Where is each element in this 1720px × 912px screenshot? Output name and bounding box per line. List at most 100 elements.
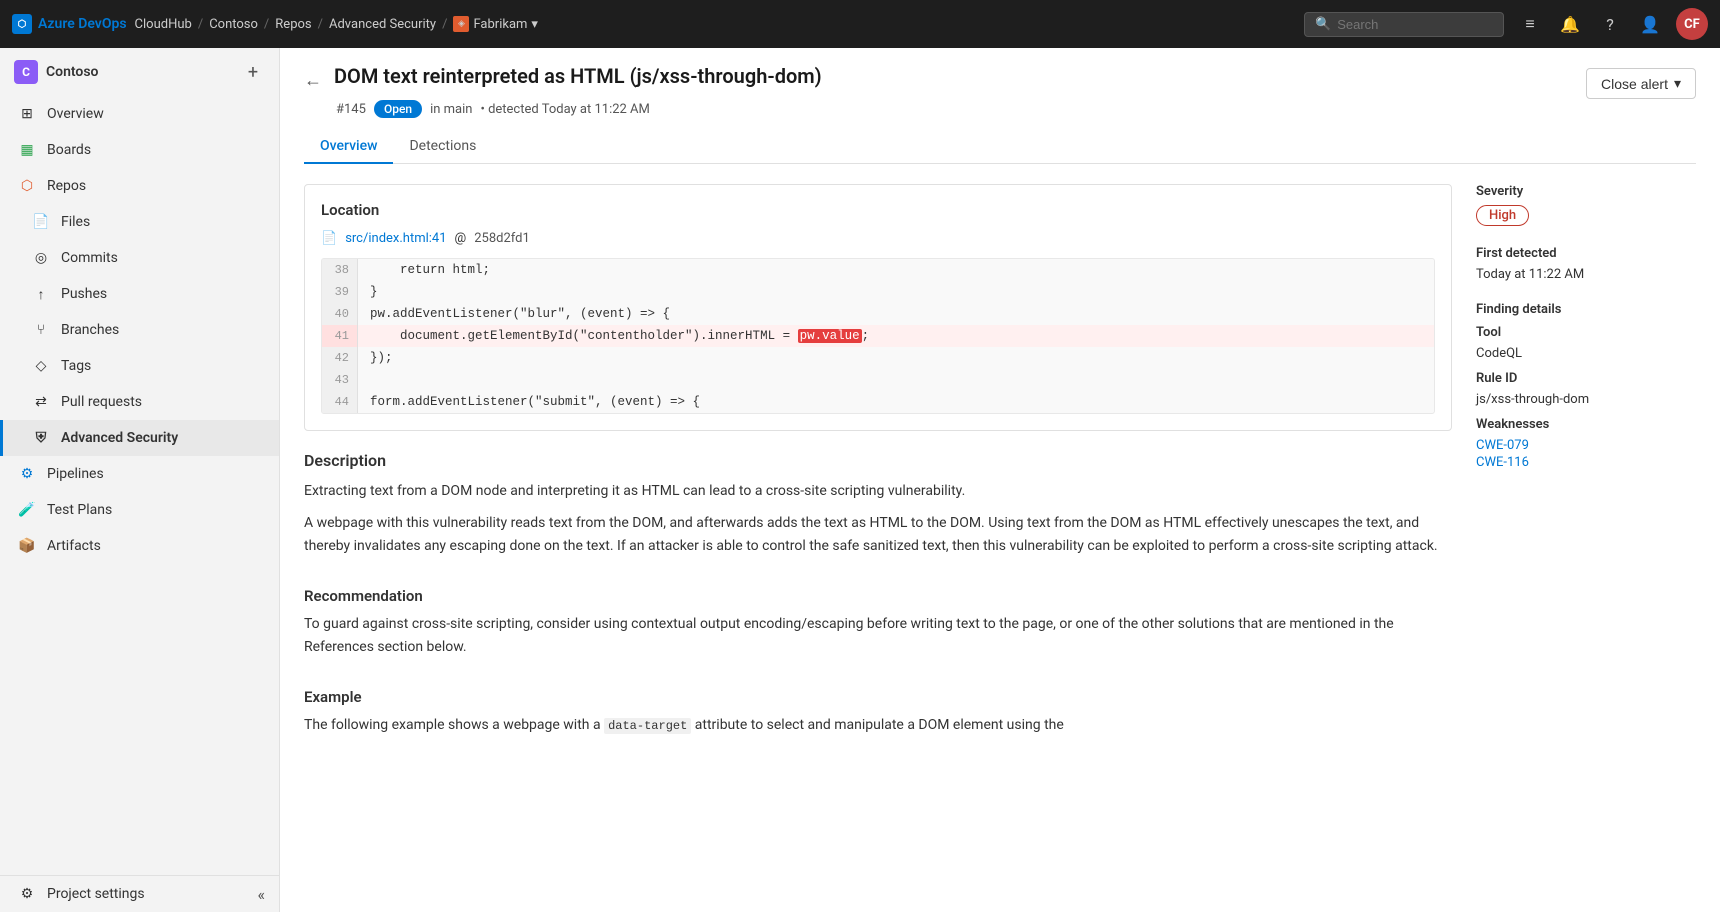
user-icon[interactable]: 👤 [1636,10,1664,38]
main-column: Location 📄 src/index.html:41 @ 258d2fd1 … [304,184,1452,892]
content-header: ← DOM text reinterpreted as HTML (js/xss… [280,48,1720,164]
sidebar-label-pushes: Pushes [61,286,107,302]
sidebar-item-boards[interactable]: ▦ Boards [0,132,279,168]
description-para-2: A webpage with this vulnerability reads … [304,512,1452,557]
description-body: Extracting text from a DOM node and inte… [304,480,1452,557]
sidebar-item-commits[interactable]: ◎ Commits [0,240,279,276]
sidebar-item-repos[interactable]: ⬡ Repos [0,168,279,204]
at-symbol: @ [455,231,467,246]
sidebar-label-artifacts: Artifacts [47,538,101,554]
list-icon[interactable]: ≡ [1516,10,1544,38]
alert-meta: #145 Open in main • detected Today at 11… [304,100,1574,118]
test-plans-icon: 🧪 [17,500,37,520]
sidebar-label-overview: Overview [47,106,104,122]
cwe-079-link[interactable]: CWE-079 [1476,438,1696,453]
sidebar-item-pipelines[interactable]: ⚙ Pipelines [0,456,279,492]
tabs: Overview Detections [304,130,1696,164]
sidebar-org: C Contoso [14,60,98,84]
org-avatar: C [14,60,38,84]
file-path-row: 📄 src/index.html:41 @ 258d2fd1 [321,231,1435,246]
code-line-40: 40 pw.addEventListener("blur", (event) =… [322,303,1434,325]
search-input[interactable] [1337,17,1487,32]
sidebar-item-files[interactable]: 📄 Files [0,204,279,240]
repo-icon: ◈ [453,16,469,32]
sidebar-item-overview[interactable]: ⊞ Overview [0,96,279,132]
tool-value: CodeQL [1476,346,1696,361]
pipelines-icon: ⚙ [17,464,37,484]
status-badge: Open [374,100,422,118]
overview-icon: ⊞ [17,104,37,124]
sidebar-label-repos: Repos [47,178,86,194]
tab-overview[interactable]: Overview [304,130,393,164]
sidebar-label-branches: Branches [61,322,119,338]
avatar[interactable]: CF [1676,8,1708,40]
breadcrumb: CloudHub / Contoso / Repos / Advanced Se… [135,16,538,32]
example-body: The following example shows a webpage wi… [304,714,1452,736]
code-line-43: 43 [322,369,1434,391]
collapse-icon: « [257,885,265,904]
weaknesses-label: Weaknesses [1476,417,1696,432]
side-panel: Severity High First detected Today at 11… [1476,184,1696,892]
sidebar-label-pipelines: Pipelines [47,466,104,482]
finding-details-section: Finding details Tool CodeQL Rule ID js/x… [1476,302,1696,470]
location-card: Location 📄 src/index.html:41 @ 258d2fd1 … [304,184,1452,431]
artifacts-icon: 📦 [17,536,37,556]
alert-detected: • detected Today at 11:22 AM [480,102,649,117]
file-link[interactable]: src/index.html:41 [345,231,446,246]
alert-title: DOM text reinterpreted as HTML (js/xss-t… [334,64,822,88]
sidebar-item-advanced-security[interactable]: ⛨ Advanced Security [0,420,279,456]
logo-icon: ⬡ [12,14,32,34]
commits-icon: ◎ [31,248,51,268]
commit-hash: 258d2fd1 [474,231,530,246]
file-icon: 📄 [321,231,337,246]
back-button[interactable]: ← [304,70,322,91]
breadcrumb-repo[interactable]: ◈ Fabrikam ▾ [453,16,538,32]
code-line-39: 39 } [322,281,1434,303]
description-para-1: Extracting text from a DOM node and inte… [304,480,1452,502]
data-target-code: data-target [604,718,691,734]
breadcrumb-project[interactable]: Contoso [209,17,258,32]
search-box[interactable]: 🔍 [1304,12,1504,37]
sidebar-header: C Contoso + [0,48,279,96]
description-section: Description Extracting text from a DOM n… [304,451,1452,567]
pull-requests-icon: ⇄ [31,392,51,412]
tool-label: Tool [1476,325,1696,340]
sidebar-item-artifacts[interactable]: 📦 Artifacts [0,528,279,564]
back-row: ← DOM text reinterpreted as HTML (js/xss… [304,64,1696,118]
search-icon: 🔍 [1315,17,1331,32]
breadcrumb-subsection[interactable]: Advanced Security [329,17,436,32]
sidebar-item-pull-requests[interactable]: ⇄ Pull requests [0,384,279,420]
first-detected-section: First detected Today at 11:22 AM [1476,246,1696,282]
pushes-icon: ↑ [31,284,51,304]
rule-id-value: js/xss-through-dom [1476,392,1696,407]
close-alert-button[interactable]: Close alert ▾ [1586,68,1696,99]
tab-detections[interactable]: Detections [393,130,492,164]
sidebar-label-commits: Commits [61,250,118,266]
code-line-44: 44 form.addEventListener("submit", (even… [322,391,1434,413]
sidebar-item-pushes[interactable]: ↑ Pushes [0,276,279,312]
app-name: Azure DevOps [38,16,127,32]
sidebar-item-test-plans[interactable]: 🧪 Test Plans [0,492,279,528]
breadcrumb-section[interactable]: Repos [275,17,311,32]
add-button[interactable]: + [241,60,265,84]
sidebar-item-project-settings[interactable]: ⚙ Project settings « [0,876,279,912]
sidebar-label-tags: Tags [61,358,91,374]
code-block: 38 return html; 39 } 40 pw.addEventListe… [321,258,1435,414]
finding-details-label: Finding details [1476,302,1696,317]
close-alert-chevron: ▾ [1674,75,1681,92]
repos-icon: ⬡ [17,176,37,196]
main-layout: C Contoso + ⊞ Overview ▦ Boards ⬡ Repos … [0,48,1720,912]
notifications-icon[interactable]: 🔔 [1556,10,1584,38]
first-detected-label: First detected [1476,246,1696,261]
sidebar-item-branches[interactable]: ⑂ Branches [0,312,279,348]
help-icon[interactable]: ? [1596,10,1624,38]
first-detected-value: Today at 11:22 AM [1476,267,1696,282]
rule-id-label: Rule ID [1476,371,1696,386]
example-title: Example [304,688,1452,706]
app-logo[interactable]: ⬡ Azure DevOps [12,14,127,34]
advanced-security-icon: ⛨ [31,428,51,448]
cwe-116-link[interactable]: CWE-116 [1476,455,1696,470]
breadcrumb-org[interactable]: CloudHub [135,17,192,32]
sidebar-item-tags[interactable]: ◇ Tags [0,348,279,384]
sidebar-label-files: Files [61,214,90,230]
